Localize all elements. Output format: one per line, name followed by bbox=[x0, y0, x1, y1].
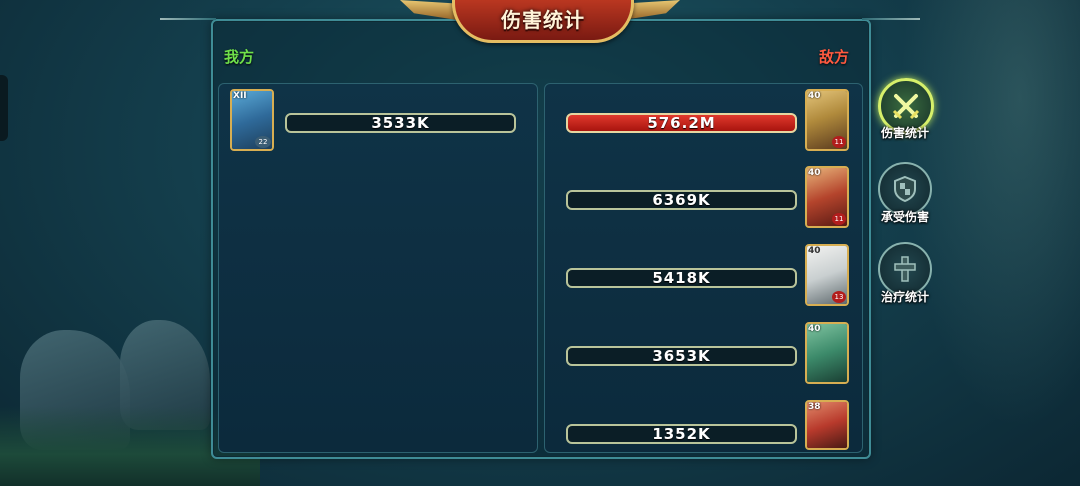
title-banner: 伤害统计 bbox=[400, 0, 680, 50]
unit-level: 40 bbox=[808, 324, 821, 334]
damage-value: 3533K bbox=[371, 114, 430, 132]
green-ogre-portrait[interactable]: 40 bbox=[805, 322, 849, 384]
enemy-damage-bar-top: 576.2M bbox=[566, 113, 797, 133]
tab-label: 伤害统计 bbox=[880, 126, 929, 140]
shield-icon bbox=[894, 175, 916, 203]
healing-cross-icon bbox=[894, 256, 916, 282]
golden-knight-portrait[interactable]: 40 11 bbox=[805, 89, 849, 151]
ally-side-label: 我方 bbox=[224, 48, 255, 66]
damage-value: 3653K bbox=[652, 347, 711, 365]
enemy-side-label: 敌方 bbox=[819, 48, 850, 66]
tab-label: 治疗统计 bbox=[880, 290, 929, 304]
tab-label: 承受伤害 bbox=[880, 210, 929, 224]
edge-handle bbox=[0, 75, 8, 141]
unit-stars: 22 bbox=[255, 136, 271, 148]
enemy-damage-bar: 3653K bbox=[566, 346, 797, 366]
unit-level: 40 bbox=[808, 91, 821, 101]
title-plate: 伤害统计 bbox=[452, 0, 634, 43]
unit-level: 38 bbox=[808, 402, 821, 412]
panda-monk-portrait[interactable]: 40 13 bbox=[805, 244, 849, 306]
unit-stars: 11 bbox=[832, 213, 846, 225]
tab-damage-dealt[interactable]: 伤害统计 bbox=[870, 78, 938, 148]
unit-stars: 11 bbox=[832, 136, 846, 148]
damage-value: 1352K bbox=[652, 425, 711, 443]
crossed-swords-icon bbox=[892, 94, 920, 120]
unit-level: XII bbox=[233, 91, 247, 101]
red-captain-portrait[interactable]: 38 bbox=[805, 400, 849, 450]
page-title: 伤害统计 bbox=[501, 7, 585, 32]
unit-level: 40 bbox=[808, 246, 821, 256]
damage-value: 5418K bbox=[652, 269, 711, 287]
red-warrior-portrait[interactable]: 40 11 bbox=[805, 166, 849, 228]
archer-hero-portrait[interactable]: XII 22 bbox=[230, 89, 274, 151]
unit-stars: 13 bbox=[832, 291, 846, 303]
tab-damage-taken[interactable]: 承受伤害 bbox=[870, 162, 938, 232]
frame-ornament-right bbox=[862, 18, 920, 20]
tab-healing[interactable]: 治疗统计 bbox=[870, 242, 938, 312]
ally-damage-bar: 3533K bbox=[285, 113, 516, 133]
damage-value: 6369K bbox=[652, 191, 711, 209]
unit-level: 40 bbox=[808, 168, 821, 178]
damage-value: 576.2M bbox=[647, 114, 716, 132]
enemy-damage-bar: 1352K bbox=[566, 424, 797, 444]
frame-ornament-left bbox=[160, 18, 216, 20]
enemy-damage-bar: 5418K bbox=[566, 268, 797, 288]
enemy-damage-bar: 6369K bbox=[566, 190, 797, 210]
